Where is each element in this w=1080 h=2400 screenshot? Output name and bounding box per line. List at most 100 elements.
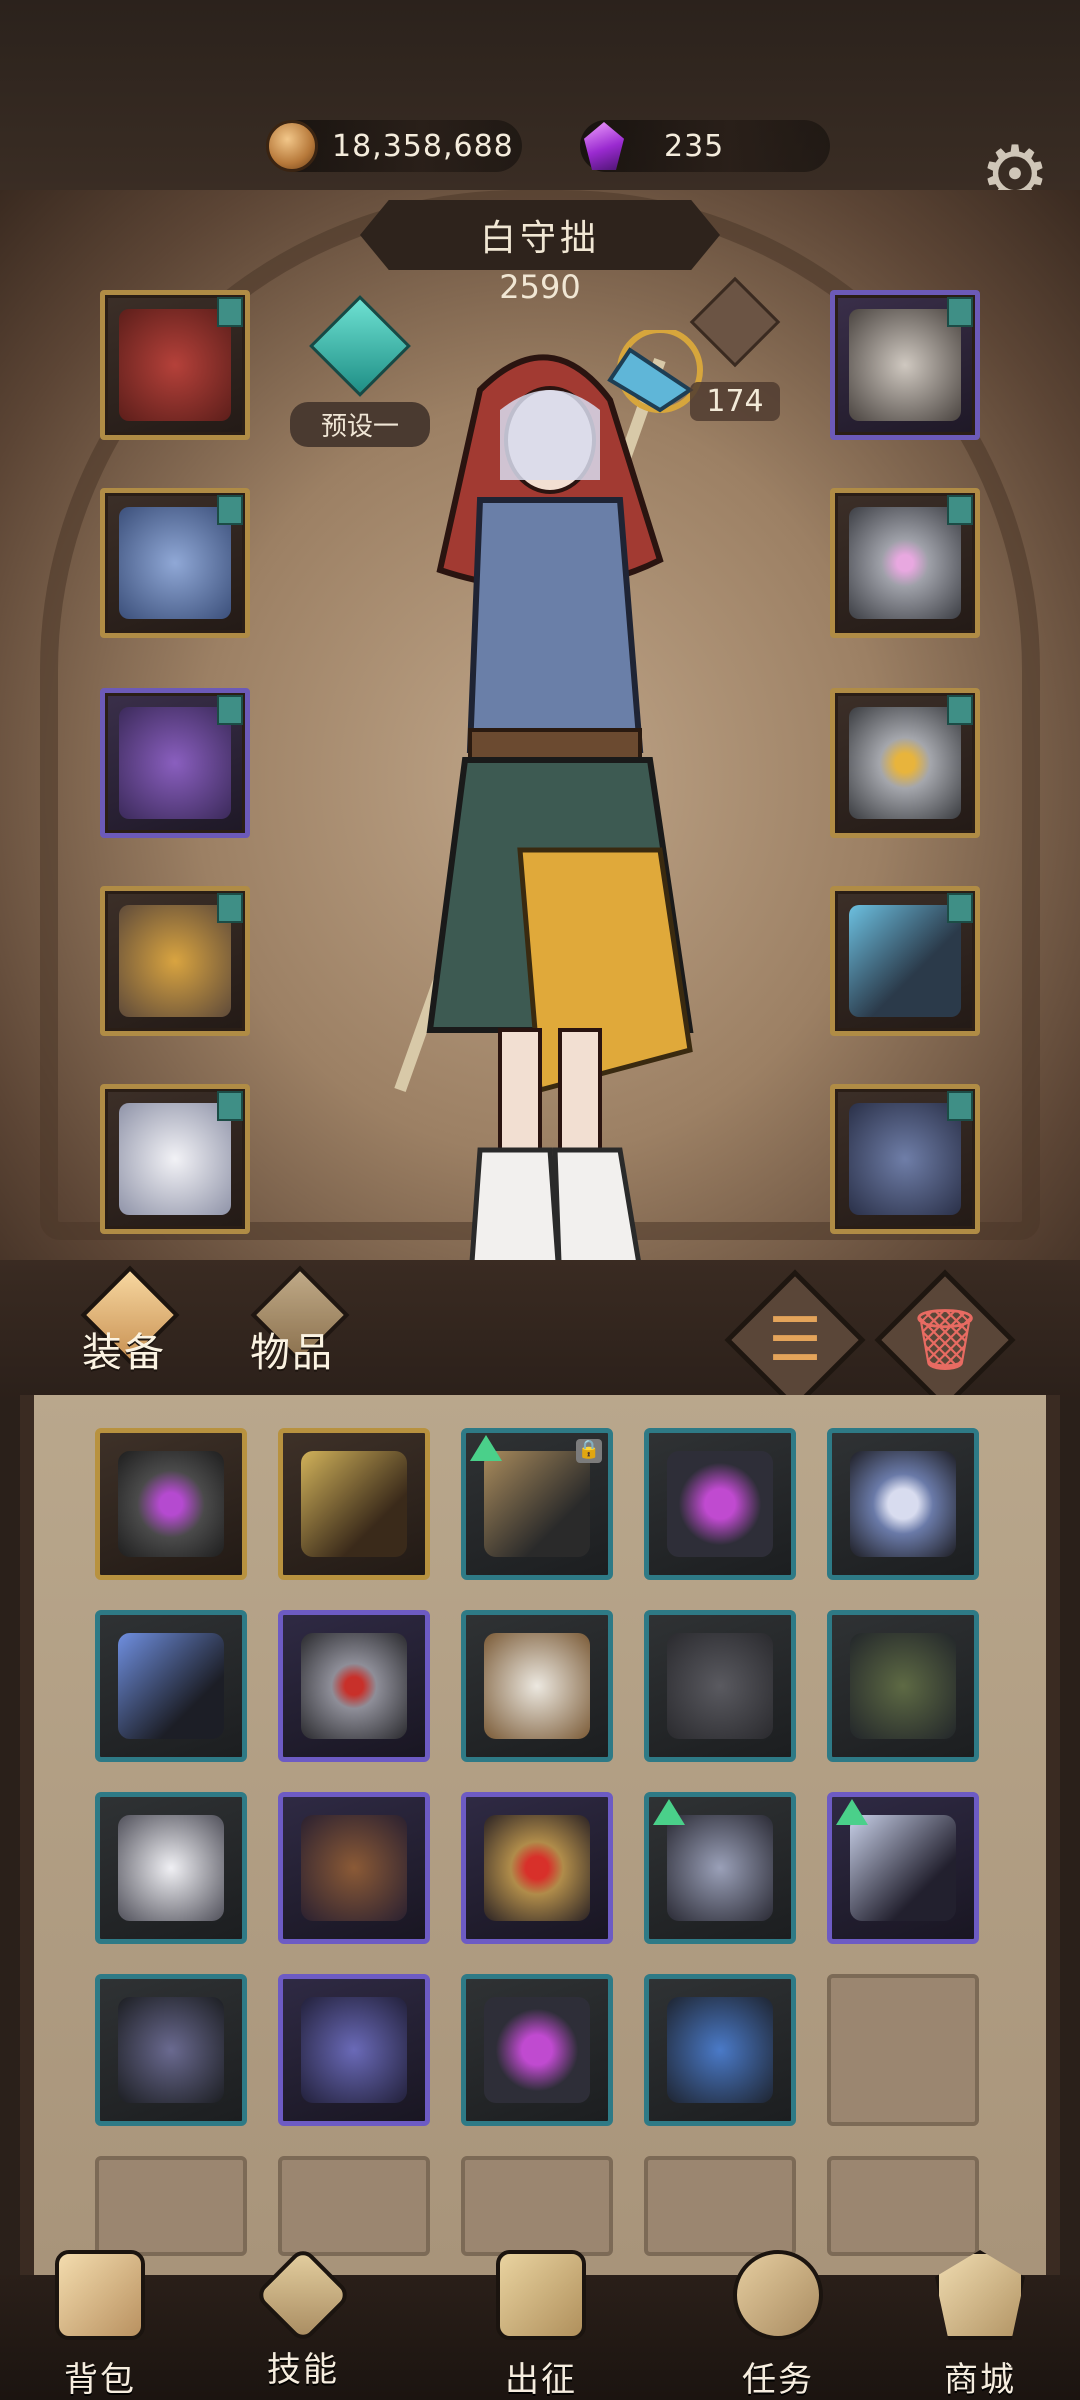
sort-icon: ☰ xyxy=(768,1305,822,1375)
gem-icon xyxy=(584,122,624,170)
slot-tag xyxy=(947,1091,973,1121)
stat-badge-icon xyxy=(689,276,781,368)
slot-tag xyxy=(947,297,973,327)
nav-tasks-label: 任务 xyxy=(742,2360,814,2400)
character-portrait xyxy=(394,330,703,1294)
robe-icon xyxy=(667,1633,773,1739)
ring-icon xyxy=(849,707,961,819)
lock-icon[interactable]: 🔒 xyxy=(576,1439,602,1463)
eye-ring-icon xyxy=(484,1815,590,1921)
inventory-slot-empty[interactable] xyxy=(644,2156,796,2256)
gauntlet-icon xyxy=(484,1997,590,2103)
slot-tag xyxy=(217,695,243,725)
inventory-item[interactable] xyxy=(278,1428,430,1580)
slot-tag xyxy=(217,297,243,327)
inventory-item[interactable] xyxy=(644,1792,796,1944)
slot-tag xyxy=(947,495,973,525)
nav-shop[interactable]: 商城 xyxy=(905,2250,1055,2400)
gold-coin-icon xyxy=(266,120,318,172)
gold-amount: 18,358,688 xyxy=(332,128,514,164)
inventory-item[interactable] xyxy=(95,1974,247,2126)
nav-skills-label: 技能 xyxy=(267,2350,339,2390)
nav-shop-label: 商城 xyxy=(944,2360,1016,2400)
nav-tasks[interactable]: 任务 xyxy=(703,2250,853,2400)
slot-tag xyxy=(217,893,243,923)
tab-equipment[interactable]: 装备 xyxy=(82,1320,166,1378)
nav-skills[interactable]: 技能 xyxy=(228,2245,378,2400)
inventory-item[interactable] xyxy=(461,1610,613,1762)
pants-icon xyxy=(850,1633,956,1739)
slot-tag xyxy=(217,495,243,525)
equip-slot-ring-2[interactable] xyxy=(830,688,980,838)
tab-items[interactable]: 物品 xyxy=(250,1320,334,1378)
equip-slot-helmet[interactable] xyxy=(830,290,980,440)
equip-slot-weapon[interactable] xyxy=(830,886,980,1036)
bag-icon xyxy=(55,2250,145,2340)
equip-slot-shoulder[interactable] xyxy=(830,1084,980,1234)
branch-staff-icon xyxy=(484,1451,590,1557)
inventory-item[interactable] xyxy=(644,1610,796,1762)
inventory-item[interactable] xyxy=(827,1792,979,1944)
nav-bag[interactable]: 背包 xyxy=(25,2250,175,2400)
armor-icon xyxy=(119,507,231,619)
gold-counter[interactable]: 18,358,688 xyxy=(266,120,522,172)
horn-icon xyxy=(733,2250,823,2340)
inventory-item[interactable] xyxy=(644,1974,796,2126)
hood-icon xyxy=(119,309,231,421)
inventory-item[interactable]: 🔒 xyxy=(461,1428,613,1580)
nav-expedition[interactable]: 出征 xyxy=(466,2250,616,2400)
equip-slot-belt[interactable] xyxy=(100,886,250,1036)
upgrade-arrow-icon xyxy=(653,1799,685,1825)
equip-slot-hood[interactable] xyxy=(100,290,250,440)
glove-icon xyxy=(118,1815,224,1921)
glove-icon xyxy=(119,707,231,819)
shop-crest-icon xyxy=(935,2250,1025,2340)
character-name: 白守拙 xyxy=(360,200,720,270)
nav-expedition-label: 出征 xyxy=(505,2360,577,2400)
nav-bag-label: 背包 xyxy=(64,2360,136,2400)
gem-amount: 235 xyxy=(664,128,725,164)
scepter-icon xyxy=(118,1633,224,1739)
necklace-icon xyxy=(118,1997,224,2103)
equip-slot-armor[interactable] xyxy=(100,488,250,638)
stat-value: 174 xyxy=(690,382,780,421)
inventory-item[interactable] xyxy=(95,1792,247,1944)
coat-icon xyxy=(484,1633,590,1739)
equip-slot-boots[interactable] xyxy=(100,1084,250,1234)
inventory-item[interactable] xyxy=(278,1974,430,2126)
helmet-icon xyxy=(849,309,961,421)
inventory-item[interactable] xyxy=(95,1428,247,1580)
inventory-slot-empty[interactable] xyxy=(461,2156,613,2256)
amulet-icon xyxy=(118,1451,224,1557)
boots-icon xyxy=(119,1103,231,1215)
equip-slot-ring-1[interactable] xyxy=(830,488,980,638)
upgrade-arrow-icon xyxy=(836,1799,868,1825)
shoulder-icon xyxy=(849,1103,961,1215)
gem-counter[interactable]: 235 xyxy=(580,120,830,172)
spear-icon xyxy=(850,1815,956,1921)
character-power: 2590 xyxy=(499,268,581,306)
inventory-item[interactable] xyxy=(461,1792,613,1944)
boots-icon xyxy=(301,1815,407,1921)
slot-tag xyxy=(947,695,973,725)
slot-tag xyxy=(217,1091,243,1121)
inventory-item[interactable] xyxy=(644,1428,796,1580)
gauntlet-icon xyxy=(667,1451,773,1557)
inventory-item[interactable] xyxy=(827,1610,979,1762)
inventory-slot-empty[interactable] xyxy=(827,2156,979,2256)
inventory-item[interactable] xyxy=(95,1610,247,1762)
equip-slot-gloves[interactable] xyxy=(100,688,250,838)
inventory-item[interactable] xyxy=(827,1428,979,1580)
stat-badge: 174 xyxy=(689,276,781,450)
inventory-item[interactable] xyxy=(461,1974,613,2126)
skill-card-icon xyxy=(253,2245,353,2345)
wolf-helm-icon xyxy=(667,1815,773,1921)
slot-tag xyxy=(947,893,973,923)
inventory-slot-empty[interactable] xyxy=(95,2156,247,2256)
inventory-item[interactable] xyxy=(278,1792,430,1944)
inventory-item[interactable] xyxy=(278,1610,430,1762)
belt-icon xyxy=(119,905,231,1017)
scroll-sword-icon xyxy=(496,2250,586,2340)
inventory-slot-empty[interactable] xyxy=(827,1974,979,2126)
inventory-slot-empty[interactable] xyxy=(278,2156,430,2256)
